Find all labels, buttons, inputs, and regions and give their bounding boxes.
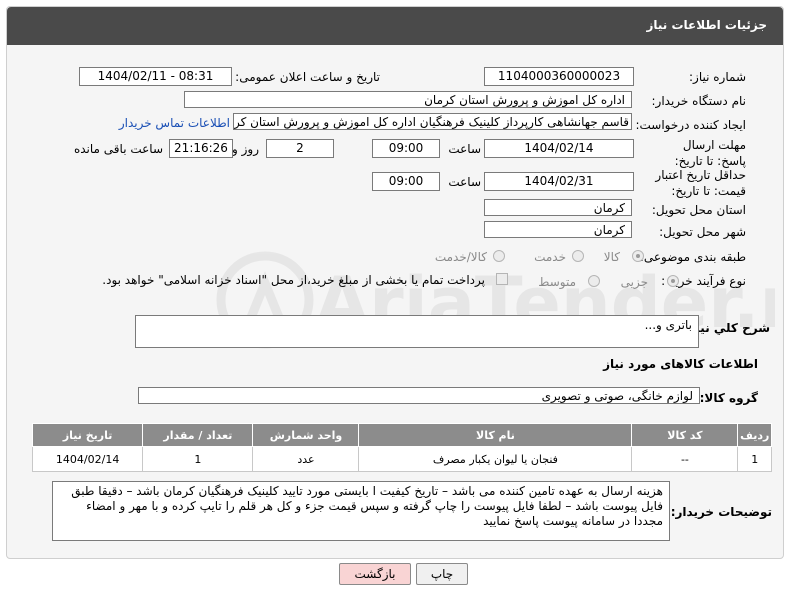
table-row: 1 -- فنجان یا لیوان یکبار مصرف عدد 1 140… <box>31 446 772 472</box>
need-number-field: 1104000360000023 <box>484 67 634 86</box>
deadline-date-field: 1404/02/14 <box>484 139 634 158</box>
panel-header: جزئیات اطلاعات نیاز <box>7 7 783 45</box>
validity-time-field: 09:00 <box>372 172 440 191</box>
deadline-label: مهلت ارسال پاسخ: تا تاریخ: <box>674 138 746 168</box>
validity-date-field: 1404/02/31 <box>484 172 634 191</box>
category-option-goods: کالا <box>603 250 620 264</box>
cell-name: فنجان یا لیوان یکبار مصرف <box>358 446 633 472</box>
validity-time-label: ساعت <box>448 175 481 189</box>
creator-field: قاسم جهانشاهی کارپرداز کلینیک فرهنگیان ا… <box>233 113 632 130</box>
province-field: کرمان <box>484 199 632 216</box>
category-option-service: خدمت <box>534 250 566 264</box>
category-radio-goods-service[interactable] <box>493 250 505 262</box>
cell-code: -- <box>631 446 739 472</box>
buyer-org-field: اداره کل اموزش و پرورش استان کرمان <box>184 91 632 108</box>
category-option-goods-service: کالا/خدمت <box>434 250 487 264</box>
table-header-row: ردیف کد کالا نام کالا واحد شمارش تعداد /… <box>31 423 772 447</box>
goods-group-label: گروه کالا: <box>699 391 758 405</box>
cell-quantity: 1 <box>142 446 254 472</box>
panel-title: جزئیات اطلاعات نیاز <box>646 18 767 32</box>
col-need-date: تاریخ نیاز <box>31 423 144 447</box>
deadline-time-field: 09:00 <box>372 139 440 158</box>
city-label: شهر محل تحویل: <box>659 225 746 239</box>
min-validity-label: حداقل تاریخ اعتبار قیمت: تا تاریخ: <box>655 168 746 198</box>
category-radio-goods[interactable] <box>632 250 644 262</box>
cell-need-date: 1404/02/14 <box>31 446 144 472</box>
items-table: ردیف کد کالا نام کالا واحد شمارش تعداد /… <box>31 423 772 472</box>
remaining-time-field: 21:16:26 <box>169 139 233 158</box>
creator-label: ایجاد کننده درخواست: <box>635 118 746 132</box>
cell-row: 1 <box>737 446 772 472</box>
buyer-notes-label: توضیحات خریدار: <box>670 505 772 519</box>
col-code: کد کالا <box>631 423 739 447</box>
buyer-contact-link[interactable]: اطلاعات تماس خریدار <box>119 116 230 130</box>
remaining-label: ساعت باقی مانده <box>73 142 163 156</box>
goods-group-field: لوازم خانگی، صوتی و تصویری <box>138 387 700 404</box>
need-number-label: شماره نیاز: <box>689 70 746 84</box>
back-button[interactable]: بازگشت <box>339 563 411 585</box>
goods-info-title: اطلاعات کالاهای مورد نیاز <box>603 357 758 371</box>
cell-unit: عدد <box>252 446 360 472</box>
process-option-medium: متوسط <box>538 275 576 289</box>
col-quantity: تعداد / مقدار <box>142 423 254 447</box>
category-radio-service[interactable] <box>572 250 584 262</box>
days-label: روز و <box>232 142 259 156</box>
province-label: استان محل تحویل: <box>651 203 746 217</box>
buyer-notes-textarea[interactable]: هزینه ارسال به عهده تامین کننده می باشد … <box>52 481 670 541</box>
days-field: 2 <box>266 139 334 158</box>
payment-note: پرداخت تمام یا بخشی از مبلغ خرید،از محل … <box>102 273 485 287</box>
description-textarea[interactable]: باتری و... <box>135 315 699 348</box>
deadline-time-label: ساعت <box>448 142 481 156</box>
treasury-checkbox[interactable] <box>496 273 508 285</box>
category-label: طبقه بندی موضوعی: <box>639 250 746 264</box>
col-row: ردیف <box>737 423 772 447</box>
process-radio-minor[interactable] <box>667 275 679 287</box>
col-unit: واحد شمارش <box>252 423 360 447</box>
announce-label: تاریخ و ساعت اعلان عمومی: <box>235 70 380 84</box>
col-name: نام کالا <box>358 423 633 447</box>
buyer-org-label: نام دستگاه خریدار: <box>651 94 747 108</box>
process-option-minor: جزیی <box>620 275 648 289</box>
print-button[interactable]: چاپ <box>416 563 468 585</box>
process-radio-medium[interactable] <box>588 275 600 287</box>
announce-field: 1404/02/11 - 08:31 <box>79 67 232 86</box>
city-field: کرمان <box>484 221 632 238</box>
